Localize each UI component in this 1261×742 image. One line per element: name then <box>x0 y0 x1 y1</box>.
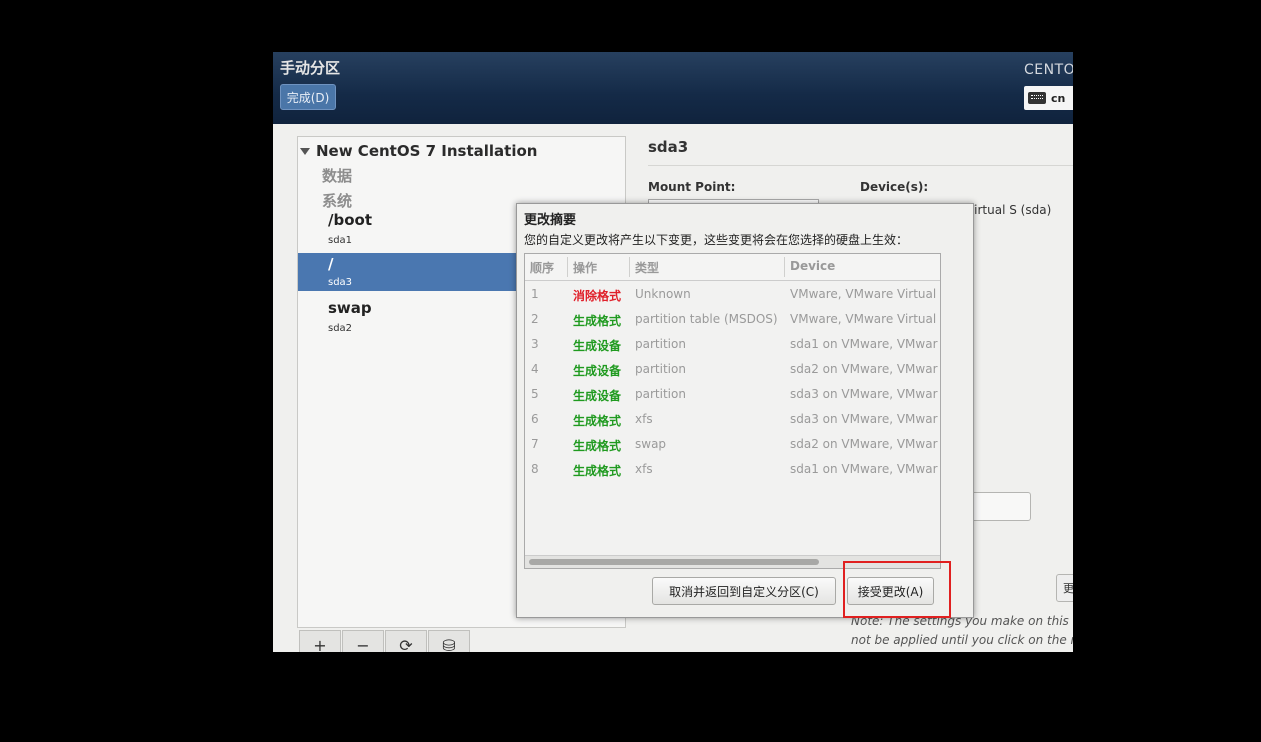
table-header: 顺序 操作 类型 Device <box>525 254 940 281</box>
cell-action: 生成格式 <box>573 464 622 478</box>
column-header-order[interactable]: 顺序 <box>530 259 554 276</box>
column-header-device[interactable]: Device <box>790 259 835 273</box>
highlight-box <box>843 561 951 618</box>
cell-order: 7 <box>531 437 539 451</box>
divider <box>648 165 1073 166</box>
dialog-description: 您的自定义更改将产生以下变更，这些变更将会在您选择的硬盘上生效： <box>524 233 909 247</box>
cell-device: sda2 on VMware, VMwar <box>790 362 938 376</box>
page-title: 手动分区 <box>280 59 341 77</box>
cell-action: 生成格式 <box>573 414 622 428</box>
brand-label: CENTO <box>1024 62 1073 78</box>
table-row[interactable]: 4 生成设备 partition sda2 on VMware, VMwar <box>525 356 940 381</box>
table-row[interactable]: 6 生成格式 xfs sda3 on VMware, VMwar <box>525 406 940 431</box>
mount-device-label: sda3 <box>328 277 353 288</box>
column-separator <box>629 257 630 277</box>
cell-type: Unknown <box>635 287 691 301</box>
keyboard-layout-label: cn <box>1051 91 1066 105</box>
update-settings-button[interactable]: 更 <box>1056 574 1073 602</box>
cell-order: 2 <box>531 312 539 326</box>
mount-point-label: /boot <box>328 211 372 229</box>
cell-device: sda3 on VMware, VMwar <box>790 387 938 401</box>
cell-order: 6 <box>531 412 539 426</box>
cell-type: partition <box>635 337 686 351</box>
header-bar: 手动分区 完成(D) CENTO cn <box>273 52 1073 124</box>
cancel-button[interactable]: 取消并返回到自定义分区(C) <box>652 577 836 605</box>
dialog-title: 更改摘要 <box>524 213 577 228</box>
cell-order: 5 <box>531 387 539 401</box>
refresh-icon[interactable]: ⟳ <box>385 630 427 652</box>
partition-toolbar: + − ⟳ ⛁ <box>299 630 471 652</box>
cell-action: 生成设备 <box>573 364 622 378</box>
cell-action: 消除格式 <box>573 289 622 303</box>
cell-action: 生成格式 <box>573 439 622 453</box>
minus-icon[interactable]: − <box>342 630 384 652</box>
cell-device: sda2 on VMware, VMwar <box>790 437 938 451</box>
tree-root-label: New CentOS 7 Installation <box>316 142 538 160</box>
devices-label: Device(s): <box>860 180 929 194</box>
summary-of-changes-dialog: 更改摘要 您的自定义更改将产生以下变更，这些变更将会在您选择的硬盘上生效： 顺序… <box>516 203 974 618</box>
cell-device: sda3 on VMware, VMwar <box>790 412 938 426</box>
storage-icon[interactable]: ⛁ <box>428 630 470 652</box>
cell-type: xfs <box>635 462 653 476</box>
mount-device-label: sda1 <box>328 235 353 246</box>
cell-type: xfs <box>635 412 653 426</box>
cell-type: swap <box>635 437 667 451</box>
cell-action: 生成设备 <box>573 389 622 403</box>
mount-point-field-label: Mount Point: <box>648 180 736 194</box>
column-header-action[interactable]: 操作 <box>573 259 597 276</box>
column-separator <box>784 257 785 277</box>
cell-action: 生成设备 <box>573 339 622 353</box>
keyboard-layout-indicator[interactable]: cn <box>1024 86 1073 110</box>
mount-device-label: sda2 <box>328 323 353 334</box>
plus-icon[interactable]: + <box>299 630 341 652</box>
cell-device: sda1 on VMware, VMwar <box>790 462 938 476</box>
done-button[interactable]: 完成(D) <box>280 84 336 110</box>
cell-order: 1 <box>531 287 539 301</box>
table-row[interactable]: 8 生成格式 xfs sda1 on VMware, VMwar <box>525 456 940 481</box>
cell-device: VMware, VMware Virtual <box>790 287 937 301</box>
scrollbar-thumb[interactable] <box>529 559 819 565</box>
table-row[interactable]: 2 生成格式 partition table (MSDOS) VMware, V… <box>525 306 940 331</box>
keyboard-icon <box>1028 92 1046 104</box>
table-row[interactable]: 5 生成设备 partition sda3 on VMware, VMwar <box>525 381 940 406</box>
cell-type: partition <box>635 387 686 401</box>
column-header-type[interactable]: 类型 <box>635 259 659 276</box>
cell-type: partition <box>635 362 686 376</box>
changes-table: 顺序 操作 类型 Device 1 消除格式 Unknown VMware, V… <box>524 253 941 569</box>
mount-point-label: swap <box>328 299 372 317</box>
cell-order: 3 <box>531 337 539 351</box>
table-row[interactable]: 3 生成设备 partition sda1 on VMware, VMwar <box>525 331 940 356</box>
group-system: 系统 <box>322 192 353 210</box>
cell-action: 生成格式 <box>573 314 622 328</box>
table-row[interactable]: 7 生成格式 swap sda2 on VMware, VMwar <box>525 431 940 456</box>
cell-order: 8 <box>531 462 539 476</box>
cell-device: sda1 on VMware, VMwar <box>790 337 938 351</box>
column-separator <box>567 257 568 277</box>
cell-order: 4 <box>531 362 539 376</box>
note-line-2: not be applied until you click on the m <box>851 633 1073 647</box>
cell-type: partition table (MSDOS) <box>635 312 778 326</box>
cell-device: VMware, VMware Virtual <box>790 312 937 326</box>
tree-root[interactable]: New CentOS 7 Installation <box>300 142 537 160</box>
mount-point-label: / <box>328 255 334 273</box>
table-row[interactable]: 1 消除格式 Unknown VMware, VMware Virtual <box>525 281 940 306</box>
details-title: sda3 <box>648 138 689 156</box>
group-data: 数据 <box>322 167 353 185</box>
expand-triangle-icon[interactable] <box>300 148 310 155</box>
